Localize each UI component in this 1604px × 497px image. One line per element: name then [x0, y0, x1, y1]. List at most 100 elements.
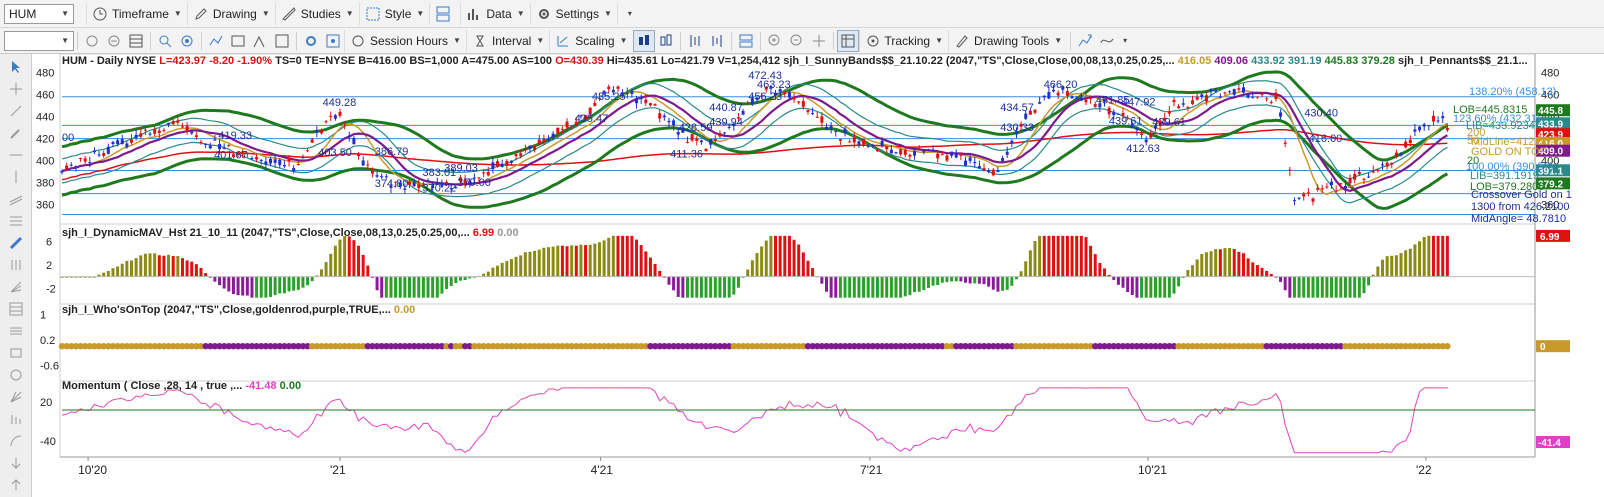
momentum-positive-point: [654, 390, 656, 393]
settings-menu[interactable]: Settings ▼: [529, 2, 617, 25]
channel-icon[interactable]: [5, 188, 27, 209]
insert-indicator-icon[interactable]: [1096, 30, 1118, 52]
rectangle-icon[interactable]: [5, 343, 27, 364]
window-icon[interactable]: [735, 30, 757, 52]
grid-icon[interactable]: [125, 30, 147, 52]
trendline-icon[interactable]: [5, 100, 27, 121]
link-icon[interactable]: [103, 30, 125, 52]
zoom-in-icon[interactable]: [764, 30, 786, 52]
vertical-line-icon[interactable]: [5, 166, 27, 187]
brush-icon[interactable]: [5, 122, 27, 143]
arrow-up-icon[interactable]: [5, 475, 27, 496]
table-icon[interactable]: [5, 299, 27, 320]
histogram-bar: [533, 250, 537, 277]
histogram-bar: [607, 237, 611, 277]
price-candle: [88, 162, 92, 164]
price-candle: [1237, 88, 1241, 90]
zoom-out-icon[interactable]: [786, 30, 808, 52]
analysis-icon[interactable]: [249, 30, 271, 52]
histogram-bar: [1408, 248, 1412, 277]
histogram-bar: [987, 276, 991, 287]
properties-icon[interactable]: [300, 30, 322, 52]
chart-settings-icon[interactable]: [271, 30, 293, 52]
crosshair-icon[interactable]: [5, 78, 27, 99]
session-hours-menu[interactable]: Session Hours ▼: [344, 29, 466, 52]
gann-icon[interactable]: [5, 387, 27, 408]
momentum-positive-point: [1270, 396, 1273, 399]
histogram-bar: [1163, 276, 1167, 298]
picture-icon[interactable]: [227, 30, 249, 52]
ruler-icon[interactable]: [5, 232, 27, 253]
price-candle: [834, 130, 838, 132]
ask-value: A=475.00: [461, 55, 510, 67]
momentum-positive-point: [672, 402, 675, 405]
insert-analysis-icon[interactable]: [1074, 30, 1096, 52]
histogram-bar: [954, 276, 958, 282]
tracking-menu[interactable]: Tracking ▼: [858, 29, 949, 52]
price-candle: [940, 154, 944, 156]
candlestick-icon[interactable]: [632, 29, 655, 52]
andrews-icon[interactable]: [5, 409, 27, 430]
data-window-icon[interactable]: [836, 29, 859, 52]
momentum-positive-point: [1126, 387, 1129, 389]
momentum-positive-point: [1131, 396, 1134, 398]
studies-menu[interactable]: Studies ▼: [274, 2, 359, 25]
drawing-menu[interactable]: Drawing ▼: [186, 2, 275, 25]
histogram-bar: [1413, 244, 1417, 277]
fib-icon[interactable]: [5, 210, 27, 231]
arrow-down-icon[interactable]: [5, 453, 27, 474]
histogram-bar: [366, 265, 370, 277]
drawing-toolbar: [0, 54, 32, 497]
cycle-icon[interactable]: [5, 365, 27, 386]
pan-icon[interactable]: [808, 30, 830, 52]
chart-area[interactable]: 449.28419.33401.67 403.50 386.79374.80389.…: [32, 54, 1604, 497]
pointer-icon[interactable]: [5, 56, 27, 77]
price-candle: [792, 97, 796, 100]
price-candle: [1367, 176, 1371, 178]
price-annotation: 370.22: [423, 182, 457, 194]
momentum-positive-point: [204, 402, 207, 405]
lines-icon[interactable]: [5, 321, 27, 342]
secondary-toolbar: ▼ Session Hours ▼ Interval ▼ Scaling ▼ Trac…: [0, 28, 1604, 54]
layout-button[interactable]: [429, 2, 460, 25]
refresh-icon[interactable]: [81, 30, 103, 52]
momentum-positive-point: [130, 399, 133, 402]
horizontal-line-icon[interactable]: [5, 144, 27, 165]
symbol-input[interactable]: HUM ▼: [4, 3, 74, 24]
arc-icon[interactable]: [5, 431, 27, 452]
overflow-button[interactable]: ▾: [616, 2, 637, 25]
scaling-menu[interactable]: Scaling ▼: [549, 29, 632, 52]
timeframe-label: Timeframe: [112, 6, 169, 21]
bars-icon[interactable]: [5, 254, 27, 275]
price-annotation: 00: [62, 132, 74, 144]
momentum-positive-point: [1136, 401, 1138, 404]
chevron-down-icon[interactable]: ▾: [1123, 36, 1127, 45]
speed-lines-icon[interactable]: [5, 276, 27, 297]
histogram-bar: [1339, 276, 1343, 298]
momentum-positive-point: [343, 406, 346, 408]
interval-menu[interactable]: Interval ▼: [465, 29, 549, 52]
chevron-down-icon: ▼: [345, 9, 354, 18]
histogram-bar: [746, 269, 750, 277]
hollow-candle-icon[interactable]: [655, 30, 677, 52]
style-menu[interactable]: Style ▼: [358, 2, 430, 25]
zoom-chart-icon[interactable]: [154, 30, 176, 52]
target-icon[interactable]: [176, 30, 198, 52]
histogram-bar: [1325, 276, 1329, 298]
histogram-bar: [885, 276, 889, 298]
momentum-positive-point: [1066, 387, 1069, 389]
timeframe-menu[interactable]: Timeframe ▼: [86, 2, 187, 25]
data-menu[interactable]: Data ▼: [460, 2, 529, 25]
histogram-bar: [162, 255, 166, 277]
drawing-tools-menu[interactable]: Drawing Tools ▼: [948, 29, 1067, 52]
price-candle: [686, 141, 689, 143]
interval-input[interactable]: ▼: [4, 30, 74, 51]
drawing-tools-icon: [954, 33, 970, 49]
format-icon[interactable]: [322, 30, 344, 52]
ohlc-bar-icon[interactable]: [684, 30, 706, 52]
histogram-bar: [852, 276, 856, 298]
hlc-bar-icon[interactable]: [706, 30, 728, 52]
indicator-icon[interactable]: [205, 30, 227, 52]
momentum-positive-point: [626, 387, 629, 389]
histogram-bar: [1056, 235, 1060, 277]
